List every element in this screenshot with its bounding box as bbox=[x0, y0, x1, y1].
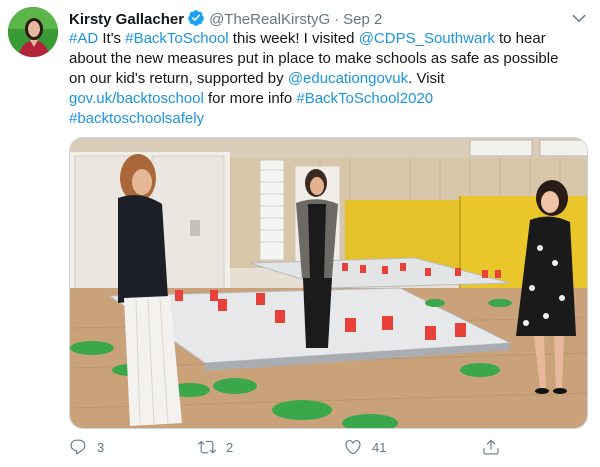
url-link[interactable]: gov.uk/backtoschool bbox=[69, 90, 204, 107]
tweet-header: Kirsty Gallacher @TheRealKirstyG · Sep 2 bbox=[69, 9, 588, 29]
avatar[interactable] bbox=[8, 7, 58, 57]
mention-link[interactable]: @CDPS_Southwark bbox=[359, 30, 495, 47]
hashtag-link[interactable]: #BackToSchool2020 bbox=[296, 90, 433, 107]
author-handle[interactable]: @TheRealKirstyG bbox=[209, 11, 330, 28]
tweet-text-line: on our kid's return, supported by @educa… bbox=[69, 69, 589, 89]
tweet-text-segment: for more info bbox=[203, 90, 297, 107]
tweet-date[interactable]: Sep 2 bbox=[343, 11, 382, 28]
tweet-text-segment: to hear bbox=[494, 30, 546, 47]
tweet[interactable]: Kirsty Gallacher @TheRealKirstyG · Sep 2 #A… bbox=[0, 0, 600, 467]
tweet-actions: 3 2 41 bbox=[69, 436, 588, 458]
tweet-text-segment: . Visit bbox=[408, 70, 445, 87]
tweet-text-segment: this week! I visited bbox=[228, 30, 359, 47]
hashtag-link[interactable]: #BackToSchool bbox=[125, 30, 228, 47]
retweet-count: 2 bbox=[226, 439, 234, 455]
reply-icon bbox=[70, 439, 86, 455]
header-separator: · bbox=[334, 11, 340, 28]
mention-link[interactable]: @educationgovuk bbox=[288, 70, 408, 87]
share-icon bbox=[483, 439, 499, 455]
hashtag-link[interactable]: #backtoschoolsafely bbox=[69, 110, 204, 127]
tweet-text-segment: It's bbox=[98, 30, 126, 47]
heart-icon bbox=[345, 440, 361, 455]
tweet-text-line: #AD It's #BackToSchool this week! I visi… bbox=[69, 29, 589, 49]
tweet-text-line: #backtoschoolsafely bbox=[69, 109, 589, 129]
retweet-icon bbox=[198, 440, 216, 454]
author-display-name[interactable]: Kirsty Gallacher bbox=[69, 11, 184, 28]
like-button[interactable]: 41 bbox=[344, 436, 386, 458]
tweet-text-line: about the new measures put in place to m… bbox=[69, 49, 589, 69]
like-count: 41 bbox=[372, 439, 387, 455]
tweet-text: #AD It's #BackToSchool this week! I visi… bbox=[69, 29, 589, 129]
hashtag-link[interactable]: #AD bbox=[69, 30, 98, 47]
tweet-text-segment: on our kid's return, supported by bbox=[69, 70, 288, 87]
tweet-photo[interactable] bbox=[69, 137, 588, 429]
reply-count: 3 bbox=[97, 439, 105, 455]
retweet-button[interactable]: 2 bbox=[198, 436, 233, 458]
tweet-text-line: gov.uk/backtoschool for more info #BackT… bbox=[69, 89, 589, 109]
share-button[interactable] bbox=[482, 436, 500, 458]
tweet-text-segment: about the new measures put in place to m… bbox=[69, 50, 559, 67]
reply-button[interactable]: 3 bbox=[69, 436, 104, 458]
